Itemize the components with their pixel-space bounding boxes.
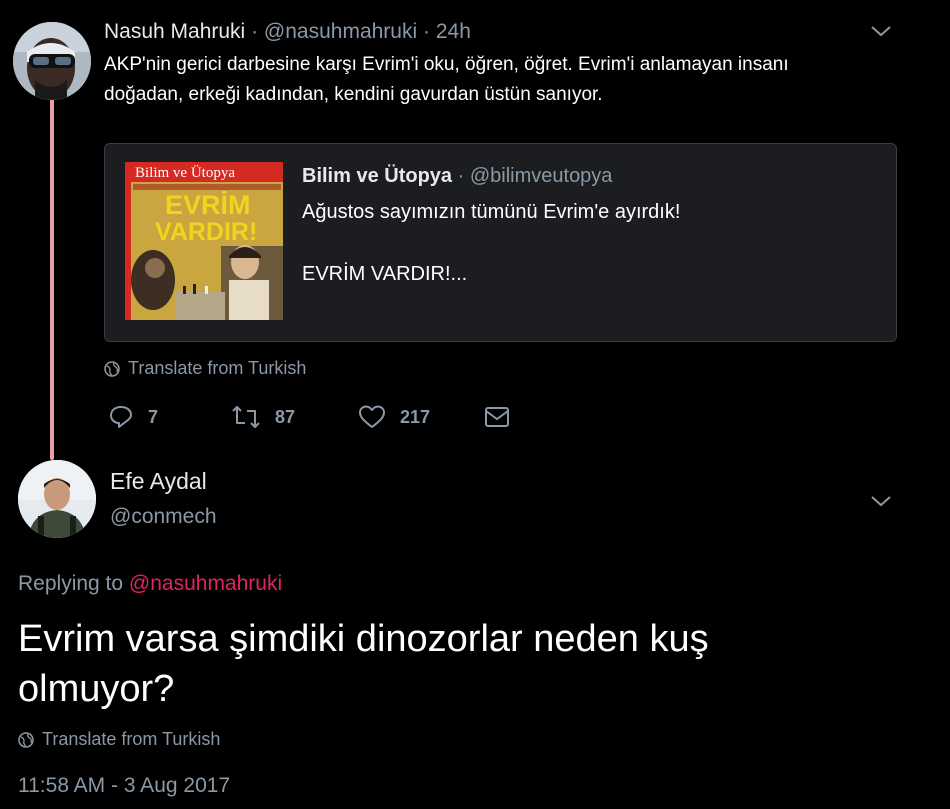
replying-to-line: Replying to @nasuhmahruki: [18, 572, 282, 596]
reply-button[interactable]: 7: [108, 404, 158, 430]
header-separator: ·: [251, 20, 259, 43]
chevron-down-icon[interactable]: [870, 24, 892, 43]
cover-headline: VARDIR!: [155, 218, 257, 246]
avatar[interactable]: [13, 22, 91, 100]
header-separator: ·: [423, 20, 430, 43]
like-button[interactable]: 217: [358, 404, 430, 430]
reply-author-name[interactable]: Efe Aydal: [110, 468, 207, 495]
reply-count: 7: [148, 406, 159, 427]
mail-icon: [485, 407, 509, 427]
reply-author-handle[interactable]: @conmech: [110, 505, 217, 529]
cover-headline: EVRİM: [165, 190, 251, 220]
replying-prefix: Replying to: [18, 572, 124, 595]
quoted-author-handle[interactable]: @bilimveutopya: [470, 165, 613, 187]
translate-label[interactable]: Translate from Turkish: [42, 729, 220, 750]
reply-text-line: olmuyor?: [18, 668, 175, 710]
avatar-image-nasuh: [13, 22, 91, 100]
tweet-text-line: AKP'nin gerici darbesine karşı Evrim'i o…: [104, 54, 789, 75]
avatar-image-efe: [18, 460, 96, 538]
translate-label[interactable]: Translate from Turkish: [128, 358, 306, 379]
replying-to-mention[interactable]: @nasuhmahruki: [129, 572, 282, 595]
retweet-count: 87: [275, 406, 296, 427]
tweet-text: AKP'nin gerici darbesine karşı Evrim'i o…: [104, 50, 904, 110]
avatar[interactable]: [18, 460, 96, 538]
translate-link[interactable]: Translate from Turkish: [104, 358, 306, 379]
reply-text-line: Evrim varsa şimdiki dinozorlar neden kuş: [18, 618, 709, 660]
thread-connector-line: [50, 92, 54, 460]
globe-icon: [104, 360, 120, 377]
author-handle[interactable]: @nasuhmahruki: [264, 20, 417, 43]
tweet-time[interactable]: 24h: [436, 20, 471, 43]
chevron-down-icon[interactable]: [870, 494, 892, 513]
quoted-tweet-header: Bilim ve Ütopya · @bilimveutopya: [302, 165, 612, 188]
retweet-button[interactable]: 87: [231, 404, 295, 430]
header-separator: ·: [457, 165, 465, 187]
globe-icon: [18, 731, 34, 748]
quoted-author-name[interactable]: Bilim ve Ütopya: [302, 165, 452, 187]
translate-link[interactable]: Translate from Turkish: [18, 729, 220, 750]
reply-tweet-text: Evrim varsa şimdiki dinozorlar neden kuş…: [18, 614, 918, 714]
tweet-timestamp[interactable]: 11:58 AM - 3 Aug 2017: [18, 774, 230, 798]
author-name[interactable]: Nasuh Mahruki: [104, 20, 245, 43]
retweet-icon: [232, 406, 260, 428]
tweet-text-line: doğadan, erkeği kadından, kendini gavurd…: [104, 84, 603, 105]
direct-message-button[interactable]: [484, 405, 510, 429]
cover-masthead: Bilim ve Ütopya: [135, 164, 235, 181]
like-count: 217: [400, 406, 431, 427]
quoted-tweet-text: Ağustos sayımızın tümünü Evrim'e ayırdık…: [302, 201, 681, 223]
heart-icon: [359, 405, 385, 428]
reply-icon: [110, 406, 132, 428]
magazine-cover-image[interactable]: Bilim ve Ütopya EVRİM VARDIR!: [125, 162, 283, 320]
tweet-header: Nasuh Mahruki · @nasuhmahruki · 24h: [104, 20, 471, 44]
quoted-tweet-text: EVRİM VARDIR!...: [302, 263, 468, 285]
